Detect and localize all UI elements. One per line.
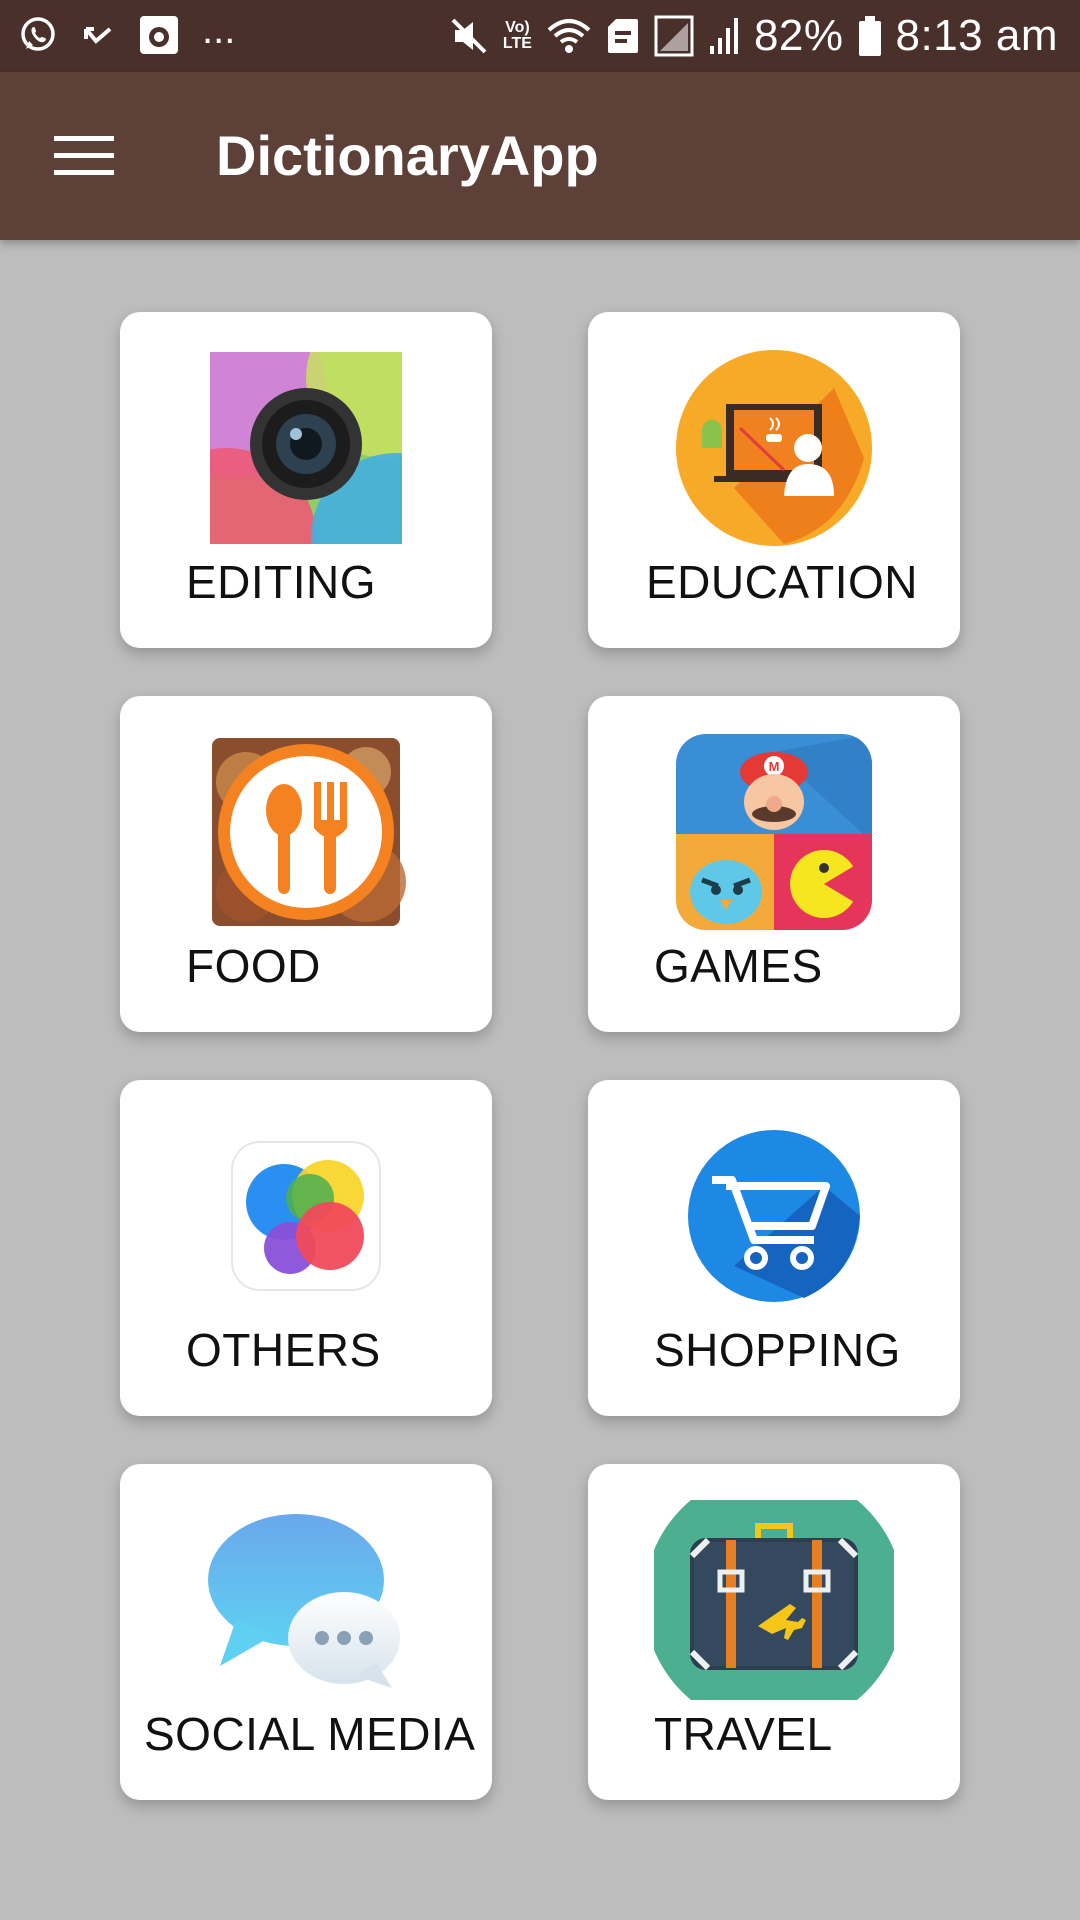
volte-indicator: Vo) LTE — [502, 19, 532, 52]
category-label: GAMES — [654, 940, 823, 992]
category-label: EDUCATION — [646, 556, 918, 608]
category-card-education[interactable]: EDUCATION — [588, 312, 960, 648]
menu-button[interactable] — [40, 116, 128, 196]
category-card-food[interactable]: FOOD — [120, 696, 492, 1032]
more-notifications-indicator: ... — [202, 8, 236, 52]
category-card-games[interactable]: M GAMES — [588, 696, 960, 1032]
category-label: OTHERS — [186, 1324, 381, 1376]
battery-percentage: 82% — [753, 11, 844, 60]
app-notification-icon — [140, 16, 178, 54]
category-card-others[interactable]: OTHERS — [120, 1080, 492, 1416]
category-card-travel[interactable]: TRAVEL — [588, 1464, 960, 1800]
svg-text:M: M — [769, 759, 780, 774]
whatsapp-icon — [21, 17, 55, 51]
app-title: DictionaryApp — [216, 124, 599, 187]
game-characters-icon: M — [676, 734, 872, 930]
category-label: TRAVEL — [654, 1708, 833, 1760]
camera-lens-icon — [210, 352, 402, 544]
category-label: SHOPPING — [654, 1324, 901, 1376]
hamburger-menu-icon — [54, 136, 114, 175]
suitcase-icon — [654, 1500, 894, 1700]
battery-icon — [858, 16, 881, 56]
signal-sim1-icon — [654, 15, 694, 57]
clock: 8:13 am — [895, 11, 1058, 60]
category-card-social-media[interactable]: SOCIAL MEDIA — [120, 1464, 492, 1800]
wifi-icon — [547, 19, 591, 53]
mute-icon — [451, 18, 487, 54]
category-label: SOCIAL MEDIA — [144, 1708, 476, 1760]
status-bar: ... Vo) LTE 82% 8:13 am — [0, 0, 1080, 72]
missed-call-icon — [84, 27, 112, 44]
teacher-board-icon — [676, 350, 872, 546]
category-card-shopping[interactable]: SHOPPING — [588, 1080, 960, 1416]
chat-bubbles-icon — [208, 1514, 400, 1688]
sd-card-icon — [607, 19, 638, 53]
signal-sim2-icon — [709, 18, 738, 54]
category-label: FOOD — [186, 940, 321, 992]
category-card-editing[interactable]: EDITING — [120, 312, 492, 648]
colored-circles-icon — [231, 1141, 381, 1291]
category-label: EDITING — [186, 556, 377, 608]
spoon-fork-icon — [212, 738, 406, 926]
app-bar: DictionaryApp — [0, 72, 1080, 240]
shopping-cart-icon — [688, 1130, 860, 1302]
